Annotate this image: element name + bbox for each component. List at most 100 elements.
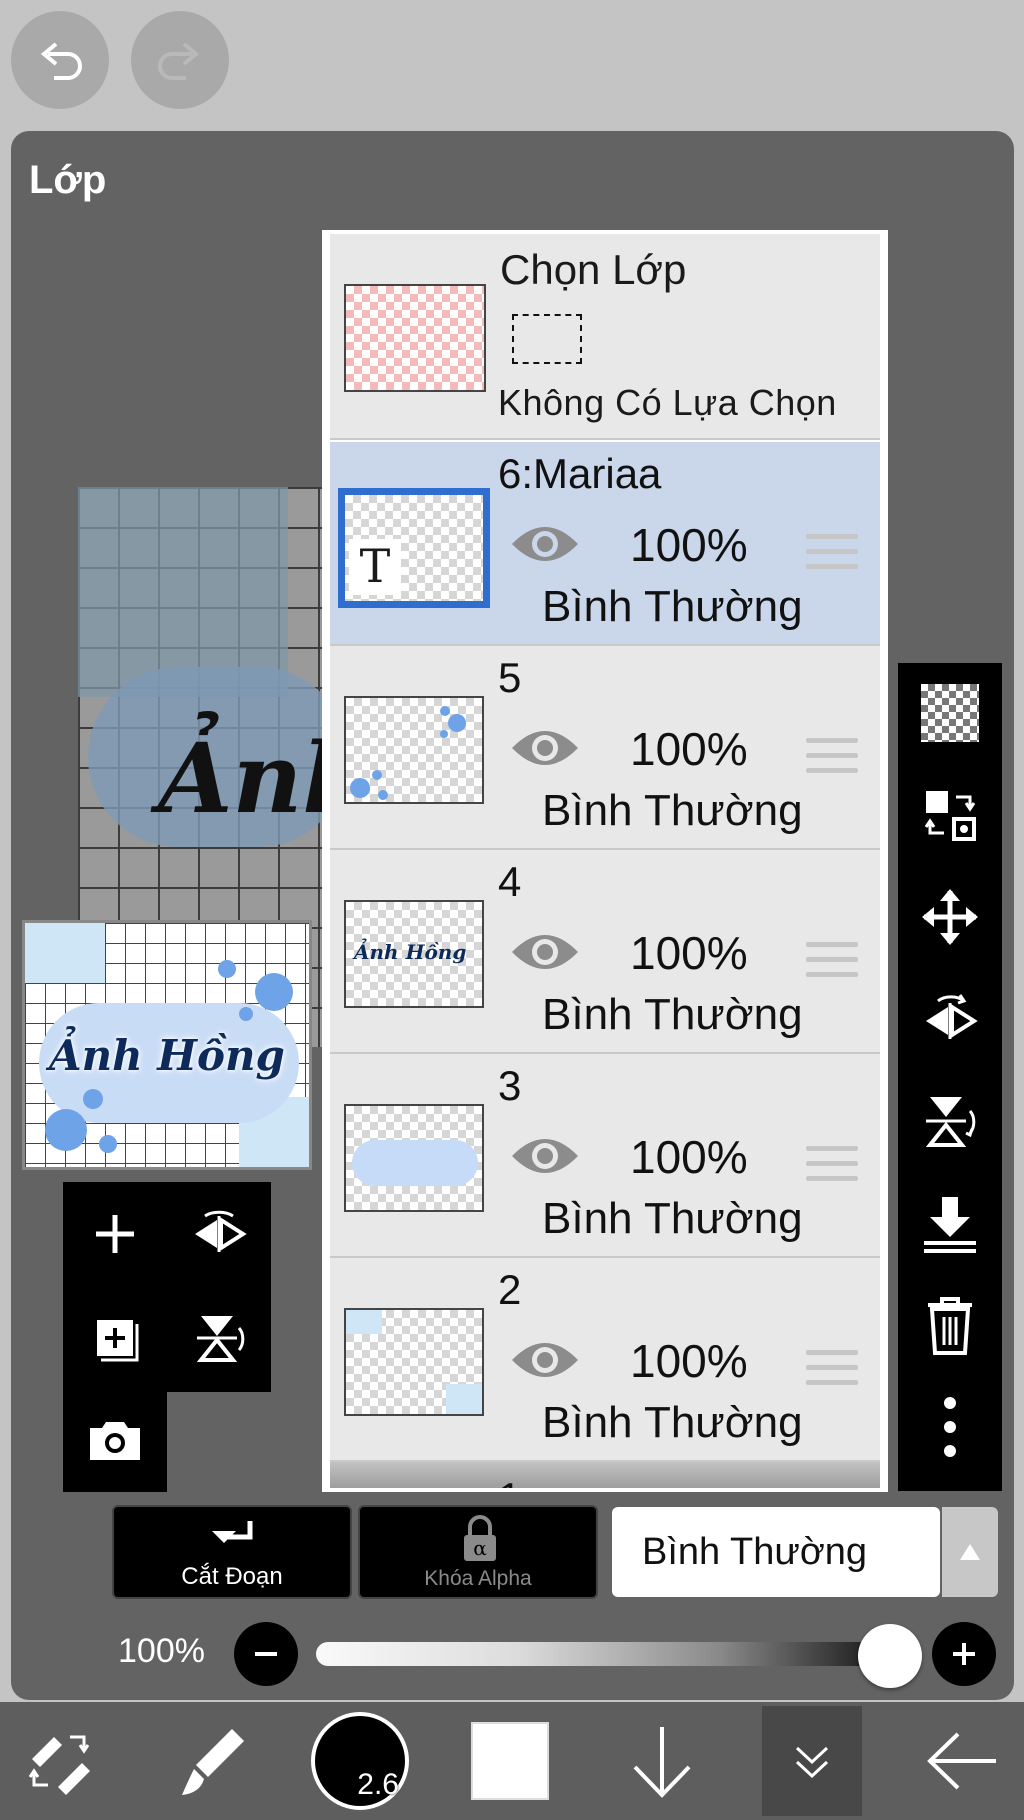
undo-button[interactable] — [11, 11, 109, 109]
layers-toggle-button[interactable] — [762, 1706, 862, 1816]
selection-layer-row[interactable]: Chọn Lớp Không Có Lựa Chọn — [330, 234, 880, 440]
current-color-swatch — [471, 1722, 549, 1800]
drag-handle-icon[interactable] — [806, 534, 858, 579]
selection-status: Không Có Lựa Chọn — [498, 382, 837, 423]
redo-button[interactable] — [131, 11, 229, 109]
eye-icon[interactable] — [510, 720, 580, 776]
blend-mode-dropdown-button[interactable] — [942, 1507, 998, 1597]
minus-icon — [255, 1652, 277, 1656]
left-toolbox — [63, 1182, 271, 1392]
layer-name: 6:Mariaa — [498, 450, 662, 497]
layer-name: 3 — [498, 1062, 522, 1109]
merge-down-icon — [924, 1197, 976, 1253]
layer-blend-mode: Bình Thường — [542, 1194, 803, 1243]
camera-icon — [90, 1422, 140, 1460]
drag-handle-icon[interactable] — [806, 1350, 858, 1395]
bottom-toolbar: 2.6 — [0, 1702, 1024, 1820]
opacity-label: 100% — [118, 1632, 205, 1670]
eye-icon[interactable] — [510, 1332, 580, 1388]
opacity-slider-handle[interactable] — [858, 1624, 922, 1688]
plus-icon — [953, 1643, 975, 1665]
layer-name: 2 — [498, 1266, 522, 1313]
drag-handle-icon[interactable] — [806, 1146, 858, 1191]
layer-name: 5 — [498, 654, 522, 701]
redo-icon — [158, 42, 200, 80]
brush-size-indicator: 2.6 — [311, 1712, 409, 1810]
move-button[interactable] — [898, 867, 1002, 967]
layer-row-3[interactable]: 3 100% Bình Thường — [330, 1054, 880, 1258]
layer-thumbnail: T — [338, 488, 490, 608]
add-layer-icon — [97, 1320, 139, 1362]
layer-blend-mode: Bình Thường — [542, 582, 803, 631]
alpha-lock-button[interactable]: α Khóa Alpha — [358, 1505, 598, 1599]
arrow-down-icon — [633, 1727, 691, 1798]
arrow-left-icon — [927, 1732, 996, 1790]
color-button[interactable] — [460, 1702, 560, 1820]
selection-title: Chọn Lớp — [500, 246, 687, 293]
trash-icon — [928, 1297, 972, 1355]
more-options-button[interactable] — [898, 1377, 1002, 1477]
thumbnail-logo-text: Ảnh Hồng — [49, 1031, 285, 1080]
brush-size-value: 2.6 — [357, 1768, 399, 1801]
add-special-layer-button[interactable] — [63, 1286, 167, 1390]
layer-row-4[interactable]: Ảnh Hồng 4 100% Bình Thường — [330, 850, 880, 1054]
back-button[interactable] — [912, 1702, 1012, 1820]
layer-row-1[interactable]: 1 — [330, 1462, 880, 1488]
more-vertical-icon — [944, 1397, 956, 1457]
eye-icon[interactable] — [510, 1128, 580, 1184]
layer-thumb-text: Ảnh Hồng — [354, 940, 467, 964]
tool-switch-button[interactable] — [10, 1702, 110, 1820]
layer-opacity: 100% — [630, 723, 748, 775]
eye-icon[interactable] — [510, 924, 580, 980]
checkerboard-icon — [921, 684, 979, 742]
clipping-label: Cắt Đoạn — [181, 1563, 283, 1590]
import-photo-button[interactable] — [63, 1388, 167, 1492]
opacity-slider[interactable] — [316, 1642, 890, 1666]
right-toolbar — [898, 663, 1002, 1491]
layer-row-2[interactable]: 2 100% Bình Thường — [330, 1258, 880, 1462]
canvas-thumbnail[interactable]: Ảnh Hồng — [22, 920, 312, 1170]
flip-horizontal-right-button[interactable] — [898, 969, 1002, 1069]
plus-icon — [96, 1215, 134, 1253]
opacity-decrease-button[interactable] — [234, 1622, 298, 1686]
delete-layer-button[interactable] — [898, 1275, 1002, 1375]
layer-thumbnail — [344, 696, 484, 804]
opacity-increase-button[interactable] — [932, 1622, 996, 1686]
svg-text:α: α — [473, 1536, 487, 1560]
layer-name: 1 — [498, 1474, 521, 1488]
flip-vertical-right-button[interactable] — [898, 1071, 1002, 1171]
drag-handle-icon[interactable] — [806, 942, 858, 987]
flip-vertical-button[interactable] — [167, 1286, 271, 1390]
layer-blend-mode: Bình Thường — [542, 990, 803, 1039]
layer-blend-mode: Bình Thường — [542, 1398, 803, 1447]
flip-horizontal-button[interactable] — [167, 1182, 271, 1286]
selection-thumbnail — [344, 284, 486, 392]
brush-icon — [182, 1729, 244, 1795]
layer-down-button[interactable] — [612, 1702, 712, 1820]
layer-row-5[interactable]: 5 100% Bình Thường — [330, 646, 880, 850]
canvas-logo-text: Ảnh — [158, 722, 328, 835]
clipping-button[interactable]: Cắt Đoạn — [112, 1505, 352, 1599]
drag-handle-icon[interactable] — [806, 738, 858, 783]
triangle-up-icon — [960, 1544, 980, 1560]
merge-down-button[interactable] — [898, 1173, 1002, 1273]
layer-row-6[interactable]: T 6:Mariaa 100% Bình Thường — [330, 442, 880, 646]
layer-opacity: 100% — [630, 1131, 748, 1183]
eye-icon[interactable] — [510, 516, 580, 572]
layer-thumbnail — [344, 1104, 484, 1212]
layer-name: 4 — [498, 858, 522, 905]
brush-size-button[interactable]: 2.6 — [308, 1702, 412, 1820]
transparency-button[interactable] — [898, 663, 1002, 763]
blend-mode-select[interactable]: Bình Thường — [612, 1507, 940, 1597]
layer-list: Chọn Lớp Không Có Lựa Chọn T 6:Mariaa 10… — [322, 230, 888, 1492]
layer-blend-mode: Bình Thường — [542, 786, 803, 835]
swap-layer-button[interactable] — [898, 765, 1002, 865]
swap-icon — [924, 791, 976, 841]
layer-opacity: 100% — [630, 927, 748, 979]
add-layer-button[interactable] — [63, 1182, 167, 1286]
move-icon — [922, 889, 978, 945]
brush-tool-button[interactable] — [162, 1702, 262, 1820]
layer-opacity: 100% — [630, 519, 748, 571]
flip-horizontal-icon — [926, 994, 978, 1039]
flip-vertical-icon — [925, 1097, 976, 1147]
